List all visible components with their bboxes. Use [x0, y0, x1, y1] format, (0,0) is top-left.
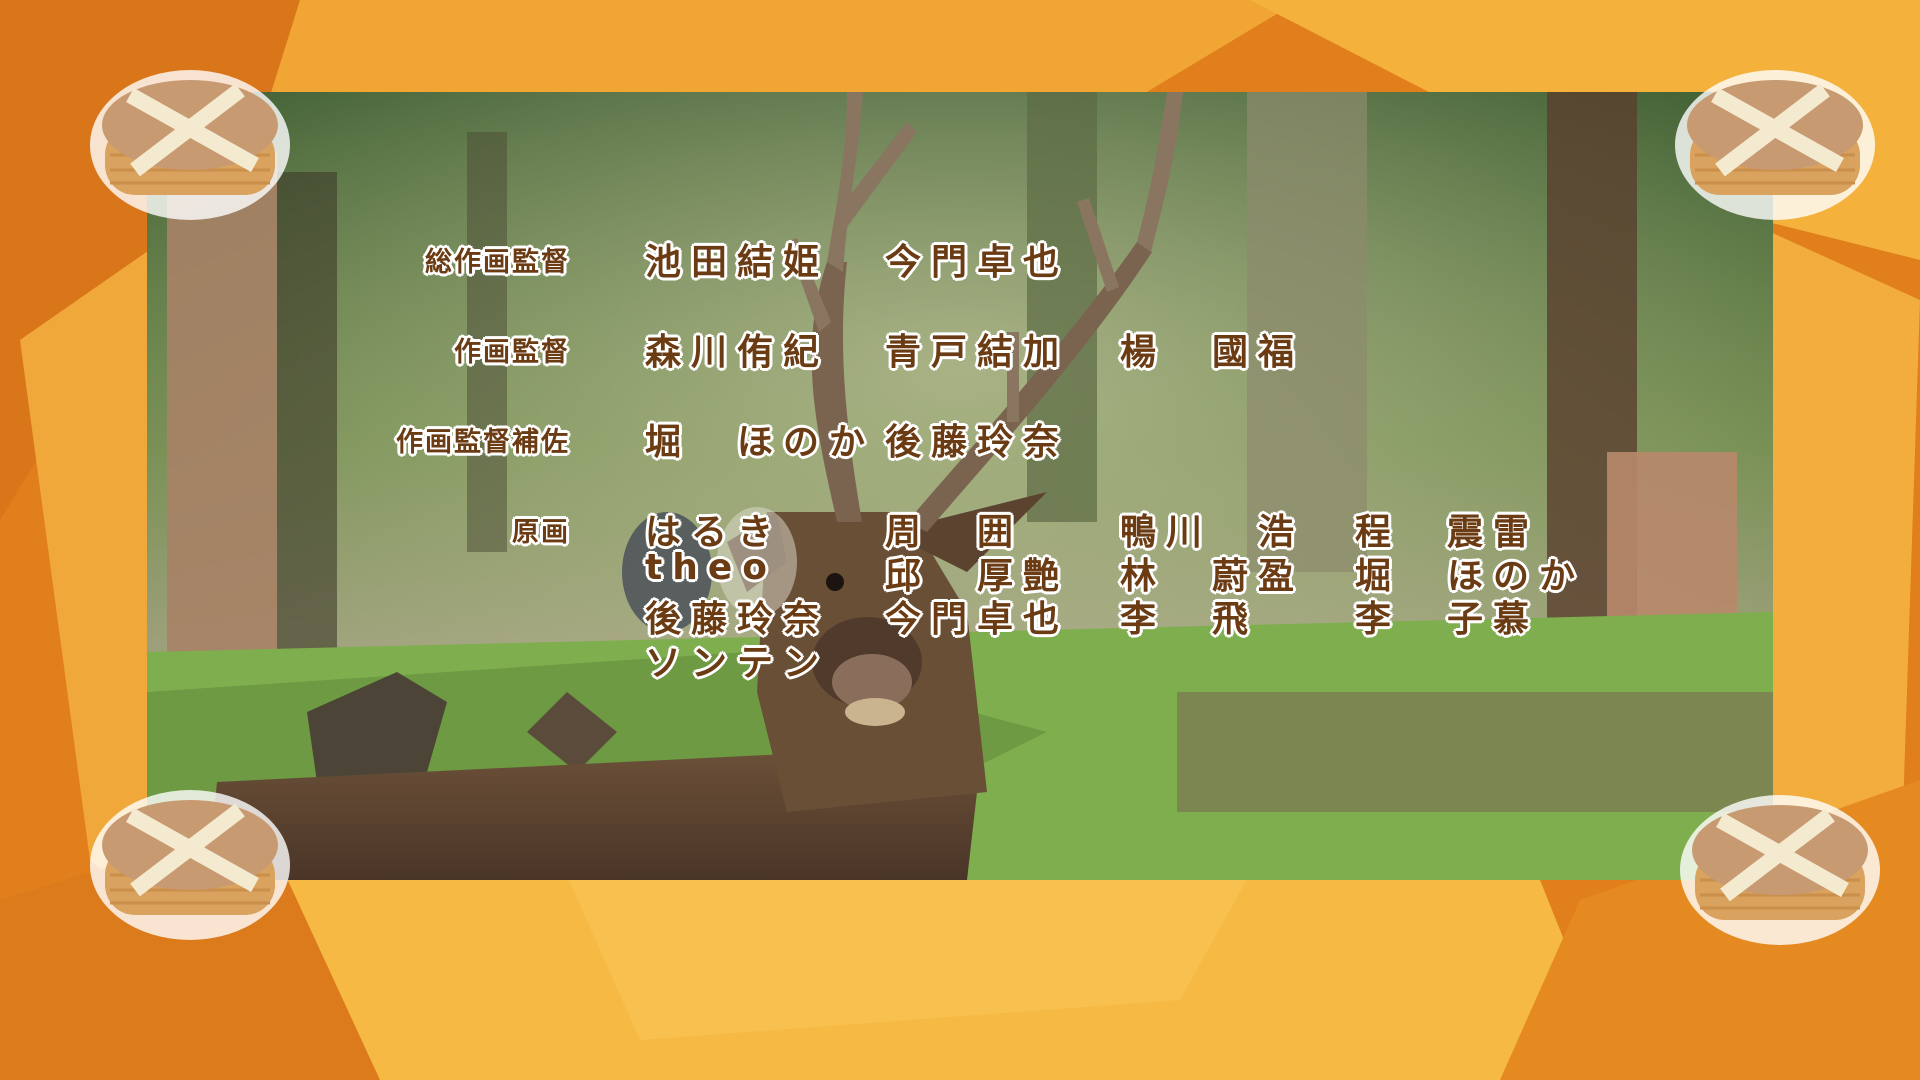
credit-role: 総作画監督 [425, 247, 570, 278]
credit-name: 李 飛 [1120, 599, 1259, 640]
credit-name: 堀 ほのか [645, 422, 876, 463]
credit-name: 青戸結加 [885, 332, 1070, 373]
credit-role: 作画監督補佐 [396, 427, 570, 458]
credit-name: 池田結姫 [645, 242, 830, 283]
credit-name: 後藤玲奈 [885, 422, 1070, 463]
credit-name: theo [645, 547, 777, 588]
credit-name: 楊 國福 [1120, 332, 1305, 373]
credit-name: ソンテン [645, 643, 830, 684]
credit-name: 李 子慕 [1355, 599, 1540, 640]
staff-credits: 総作画監督 池田結姫 今門卓也 作画監督 森川侑紀 青戸結加 楊 國福 作画監督… [0, 0, 1920, 1080]
credit-role: 原画 [512, 517, 570, 548]
credit-role: 作画監督 [454, 337, 570, 368]
credit-name: 今門卓也 [885, 599, 1070, 640]
credit-name: 森川侑紀 [645, 332, 830, 373]
credit-name: 今門卓也 [885, 242, 1070, 283]
